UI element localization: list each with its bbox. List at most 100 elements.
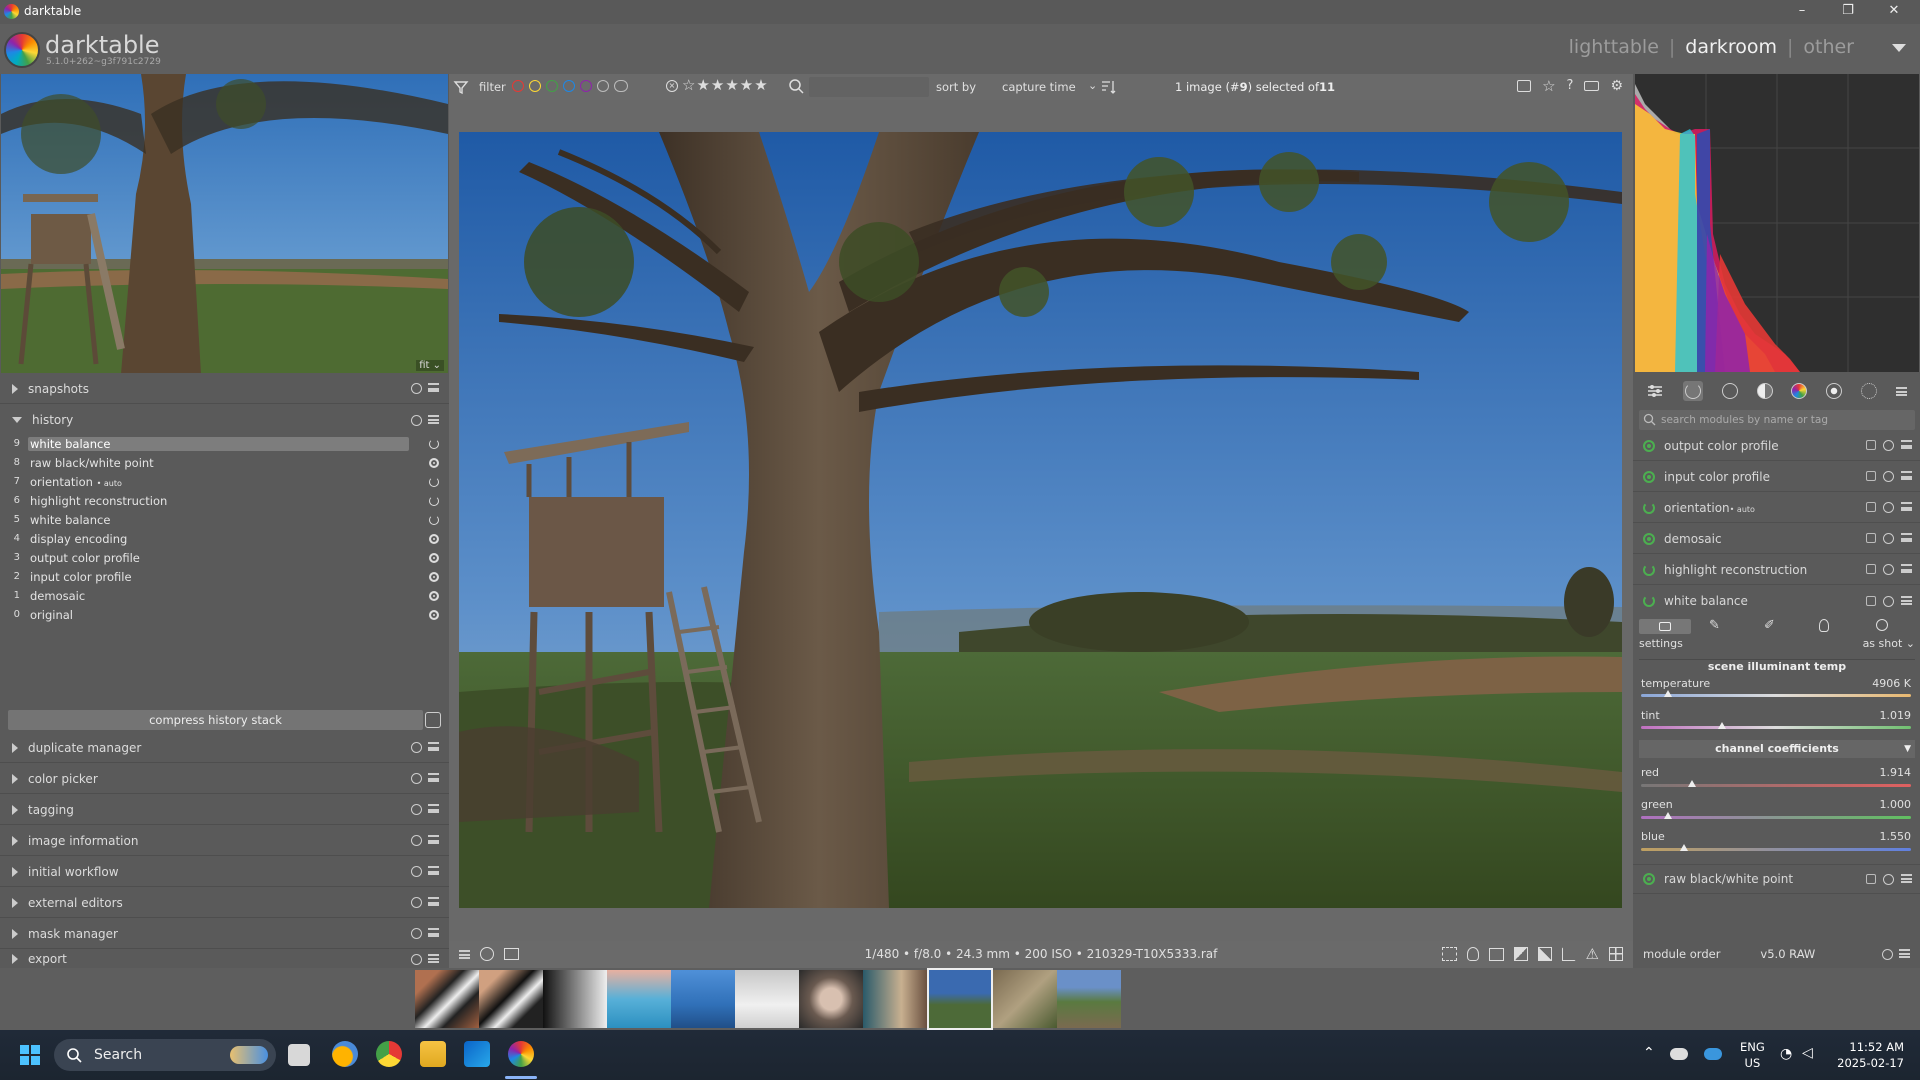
module-highlight-reconstruction[interactable]: highlight reconstruction (1633, 555, 1920, 585)
module-search-input[interactable]: search modules by name or tag (1639, 410, 1915, 430)
sort-order-icon[interactable] (1100, 79, 1116, 95)
shortcuts-keyboard-icon[interactable] (1584, 81, 1600, 91)
green-track[interactable] (1641, 816, 1911, 819)
wifi-icon[interactable]: ◔ (1780, 1046, 1792, 1062)
temperature-track[interactable] (1641, 694, 1911, 697)
collapse-triangle-icon[interactable]: ▼ (1904, 740, 1911, 758)
focus-peaking-icon[interactable] (1441, 947, 1457, 961)
multi-instance-icon[interactable] (1866, 595, 1876, 606)
filmstrip-thumb[interactable] (415, 970, 479, 1028)
show-hidden-icons-chevron[interactable]: ⌃ (1643, 1045, 1655, 1061)
filmstrip-thumb[interactable] (993, 970, 1057, 1028)
presets-menu-icon[interactable] (428, 866, 439, 875)
filmstrip-thumb-current[interactable] (927, 968, 993, 1030)
presets-menu-icon[interactable] (428, 928, 439, 937)
overlays-star-icon[interactable]: ☆ (1542, 79, 1555, 94)
search-text-input[interactable] (809, 77, 929, 97)
view-other[interactable]: other (1803, 36, 1854, 58)
module-demosaic[interactable]: demosaic (1633, 524, 1920, 554)
green-slider[interactable]: green 1.000 (1641, 798, 1911, 811)
close-button[interactable]: ✕ (1872, 0, 1916, 24)
filmstrip-thumb[interactable] (735, 970, 799, 1028)
history-item[interactable]: 9 white balance (0, 434, 449, 453)
temperature-slider[interactable]: temperature 4906 K (1641, 677, 1911, 690)
compress-history-button[interactable]: compress history stack (8, 710, 423, 730)
camera-tab[interactable] (1639, 619, 1691, 634)
reset-icon[interactable] (1883, 440, 1894, 451)
reset-icon[interactable] (411, 383, 422, 394)
filmstrip-thumb[interactable] (479, 970, 543, 1028)
darktable-taskbar-icon[interactable] (508, 1041, 534, 1067)
system-clock[interactable]: 11:52 AM 2025-02-17 (1837, 1039, 1904, 1071)
presets-menu-icon[interactable] (1901, 564, 1912, 573)
color-group-icon[interactable] (1791, 383, 1808, 399)
tone-group-icon[interactable] (1756, 383, 1773, 399)
reset-icon[interactable] (1882, 948, 1893, 960)
red-slider[interactable]: red 1.914 (1641, 766, 1911, 779)
blue-slider[interactable]: blue 1.550 (1641, 830, 1911, 843)
chrome-icon[interactable] (376, 1041, 402, 1067)
as-shot-to-reference-icon[interactable] (1876, 619, 1888, 631)
filmstrip-thumb[interactable] (543, 970, 607, 1028)
reset-icon[interactable] (1883, 595, 1894, 607)
presets-menu-icon[interactable] (428, 897, 439, 906)
presets-menu-icon[interactable] (1899, 948, 1910, 958)
module-power-icon[interactable] (1643, 563, 1655, 576)
multi-instance-icon[interactable] (1866, 873, 1876, 884)
reset-icon[interactable] (411, 773, 422, 784)
quick-access-icon[interactable] (1646, 383, 1664, 399)
module-power-icon[interactable] (1643, 439, 1655, 452)
presets-menu-icon[interactable] (428, 383, 439, 392)
red-track[interactable] (1641, 784, 1911, 787)
zoom-fit-selector[interactable]: fit ⌄ (416, 360, 444, 371)
clipping-indication-icon[interactable] (1537, 947, 1552, 961)
wb-preset-dropdown[interactable]: as shot ⌄ (1863, 637, 1915, 650)
green-handle[interactable] (1664, 812, 1672, 819)
help-icon[interactable]: ? (1567, 79, 1574, 93)
correct-group-icon[interactable] (1826, 383, 1843, 399)
filmstrip-thumb[interactable] (607, 970, 671, 1028)
compress-options-icon[interactable] (425, 712, 441, 728)
reset-icon[interactable] (1883, 471, 1894, 482)
module-power-icon[interactable] (1643, 873, 1655, 885)
rejected-filter-icon[interactable]: × (666, 80, 678, 92)
views-dropdown-icon[interactable] (1892, 44, 1906, 52)
presets-menu-icon[interactable] (428, 414, 439, 424)
module-output-color-profile[interactable]: output color profile (1633, 431, 1920, 461)
presets-menu-icon[interactable] (1901, 595, 1912, 605)
module-power-icon[interactable] (1643, 595, 1655, 607)
reset-icon[interactable] (1883, 502, 1894, 513)
onedrive-blue-cloud-icon[interactable] (1704, 1048, 1722, 1060)
filmstrip-thumb[interactable] (1057, 970, 1121, 1028)
main-image-canvas[interactable] (459, 132, 1622, 908)
reset-icon[interactable] (411, 928, 422, 939)
reset-icon[interactable] (1883, 533, 1894, 544)
history-item[interactable]: 0 original (0, 605, 449, 624)
view-lighttable[interactable]: lighttable (1569, 36, 1659, 58)
module-raw-black-white-point[interactable]: raw black/white point (1633, 864, 1920, 894)
multi-instance-icon[interactable] (1866, 564, 1876, 574)
presets-menu-icon[interactable] (1901, 440, 1912, 449)
section-duplicate-manager[interactable]: duplicate manager (0, 733, 449, 763)
module-order-row[interactable]: module order v5.0 RAW (1633, 940, 1920, 968)
tint-handle[interactable] (1718, 722, 1726, 729)
reset-icon[interactable] (411, 414, 422, 426)
base-group-icon[interactable] (1721, 383, 1738, 399)
reset-icon[interactable] (411, 835, 422, 846)
history-item[interactable]: 4 display encoding (0, 529, 449, 548)
section-tagging[interactable]: tagging (0, 795, 449, 825)
module-white-balance[interactable]: white balance (1633, 586, 1920, 616)
history-section[interactable]: history (0, 405, 449, 435)
blue-label-icon[interactable] (563, 80, 575, 92)
filmstrip-thumb[interactable] (671, 970, 735, 1028)
softproof-icon[interactable] (1513, 947, 1528, 961)
multi-instance-icon[interactable] (1866, 471, 1876, 481)
section-mask-manager[interactable]: mask manager (0, 919, 449, 949)
sort-field-dropdown[interactable]: capture time (1002, 80, 1076, 94)
multi-instance-icon[interactable] (1866, 440, 1876, 450)
presets-menu-icon[interactable] (1901, 502, 1912, 511)
reset-icon[interactable] (411, 804, 422, 815)
grouping-icon[interactable] (1517, 80, 1532, 92)
section-external-editors[interactable]: external editors (0, 888, 449, 918)
section-export[interactable]: export (0, 950, 449, 968)
